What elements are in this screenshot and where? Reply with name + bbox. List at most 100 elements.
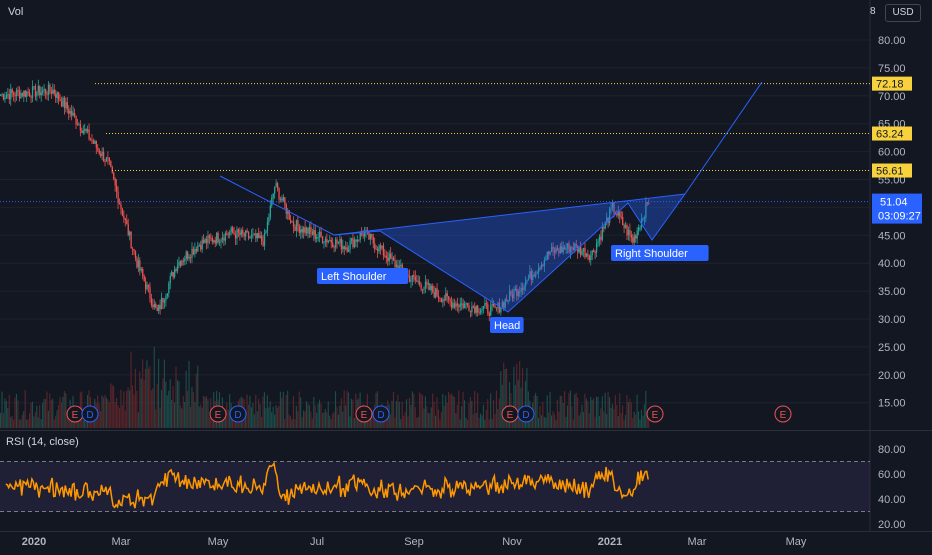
candle-body	[239, 232, 241, 235]
volume-bar	[448, 391, 450, 428]
candle-body	[400, 264, 402, 267]
auto-scale-indicator[interactable]: 8	[870, 6, 876, 17]
volume-bar	[137, 412, 139, 428]
currency-selector[interactable]: USD	[885, 4, 921, 22]
candle-body	[233, 232, 235, 235]
candle-body	[479, 310, 482, 313]
volume-bar	[466, 419, 468, 428]
candle-body	[78, 124, 80, 126]
candle-body	[258, 233, 260, 238]
volume-bar	[455, 413, 457, 428]
volume-bar	[577, 397, 579, 428]
candle-body	[630, 235, 633, 238]
candle-body	[201, 239, 203, 250]
volume-bar	[587, 401, 589, 428]
volume-bar	[317, 403, 319, 428]
volume-bar	[540, 415, 542, 428]
candle-body	[175, 269, 177, 271]
candle-body	[580, 246, 582, 255]
rsi-tick-label: 60.00	[878, 469, 906, 481]
candle-body	[46, 93, 48, 95]
candle-body	[121, 208, 124, 216]
volume-bar	[27, 419, 29, 428]
candle-body	[136, 258, 138, 268]
volume-bar	[556, 399, 558, 428]
candle-body	[221, 237, 224, 240]
volume-bar	[166, 395, 168, 428]
volume-bar	[142, 359, 144, 428]
candle-body	[52, 89, 54, 94]
volume-bar	[413, 393, 415, 428]
candle-body	[205, 238, 208, 244]
candle-body	[295, 220, 298, 231]
candle-body	[134, 251, 137, 259]
candle-body	[72, 112, 74, 116]
candle-body	[620, 216, 622, 218]
candle-body	[353, 239, 356, 248]
volume-bar	[437, 409, 439, 428]
left-shoulder-label-text: Left Shoulder	[321, 271, 387, 283]
volume-bar	[252, 403, 254, 428]
candle-body	[279, 198, 282, 200]
candle-body	[459, 303, 461, 307]
candle-body	[268, 217, 270, 222]
volume-bar	[459, 419, 461, 428]
head-label: Head	[490, 317, 524, 333]
volume-bar	[262, 396, 264, 428]
candle-body	[334, 239, 337, 248]
volume-bar	[23, 411, 25, 428]
volume-bar	[420, 393, 422, 428]
candle-body	[624, 225, 627, 228]
volume-bar	[191, 387, 193, 428]
volume-bar	[494, 413, 496, 428]
volume-bar	[192, 392, 194, 428]
volume-bar	[627, 402, 629, 428]
candle-body	[446, 293, 448, 297]
volume-bar	[139, 371, 141, 428]
volume-bar	[223, 419, 225, 428]
volume-bar	[443, 405, 445, 428]
volume-bar	[20, 419, 22, 428]
candle-body	[349, 240, 351, 250]
candle-body	[636, 230, 638, 239]
candle-body	[310, 227, 312, 232]
candle-body	[290, 219, 292, 223]
volume-bar	[517, 379, 519, 428]
candle-body	[340, 239, 343, 250]
earnings-marker-text: E	[652, 410, 659, 421]
candle-body	[1, 94, 3, 96]
volume-bar	[619, 393, 621, 428]
volume-bar	[462, 392, 464, 428]
volume-bar	[174, 402, 176, 428]
candle-body	[11, 89, 13, 93]
candle-body	[130, 231, 132, 249]
volume-bar	[349, 416, 351, 428]
volume-bar	[488, 419, 490, 428]
candle-body	[445, 293, 447, 301]
volume-bar	[477, 392, 479, 428]
volume-bar	[397, 395, 399, 428]
candle-body	[171, 272, 173, 276]
candle-body	[308, 227, 311, 234]
volume-bar	[465, 417, 467, 428]
candle-body	[423, 287, 425, 290]
candle-body	[449, 299, 451, 302]
chart-stage[interactable]: Left Shoulder Head Right Shoulder E D E D E D E D E…	[0, 0, 932, 550]
candle-body	[172, 272, 174, 278]
volume-bar	[456, 404, 458, 428]
candle-body	[343, 246, 345, 249]
candle-body	[336, 239, 338, 244]
volume-bar	[449, 394, 451, 428]
volume-bar	[597, 396, 599, 428]
price-chart[interactable]: Left ShoulderHeadRight ShoulderE D E D E D E D E…	[0, 0, 932, 550]
volume-bar	[582, 412, 584, 428]
candle-body	[395, 264, 398, 268]
candle-body	[413, 274, 415, 277]
volume-bar	[98, 403, 100, 428]
pane-separator[interactable]	[0, 430, 932, 431]
earnings-marker-text: E	[215, 410, 222, 421]
volume-bar	[153, 346, 155, 428]
candle-body	[484, 303, 486, 307]
volume-bar	[37, 417, 39, 428]
volume-bar	[401, 401, 403, 428]
